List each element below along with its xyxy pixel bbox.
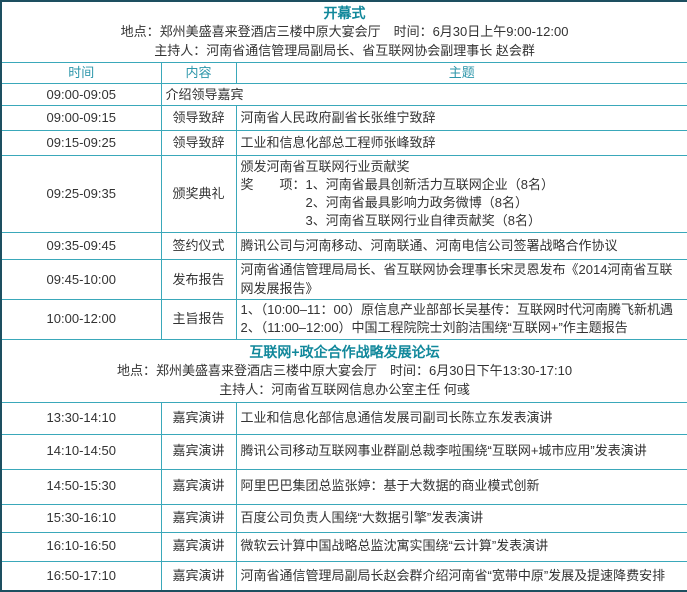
time-cell: 16:50-17:10 bbox=[1, 561, 161, 591]
topic-cell: 微软云计算中国战略总监沈寓实围绕“云计算”发表演讲 bbox=[236, 532, 687, 561]
column-header-topic: 主题 bbox=[236, 62, 687, 83]
topic-cell: 腾讯公司移动互联网事业群副总裁李啦围绕“互联网+城市应用”发表演讲 bbox=[236, 434, 687, 469]
content-cell: 主旨报告 bbox=[161, 300, 236, 339]
time-cell: 09:45-10:00 bbox=[1, 260, 161, 300]
topic-cell: 阿里巴巴集团总监张婷：基于大数据的商业模式创新 bbox=[236, 469, 687, 504]
section-header-opening: 开幕式 地点：郑州美盛喜来登酒店三楼中原大宴会厅 时间：6月30日上午9:00-… bbox=[1, 1, 687, 62]
content-cell: 嘉宾演讲 bbox=[161, 561, 236, 591]
topic-cell: 河南省通信管理局副局长赵会群介绍河南省“宽带中原”发展及提速降费安排 bbox=[236, 561, 687, 591]
table-row: 13:30-14:10 嘉宾演讲 工业和信息化部信息通信发展司副司长陈立东发表演… bbox=[1, 402, 687, 434]
table-row: 16:10-16:50 嘉宾演讲 微软云计算中国战略总监沈寓实围绕“云计算”发表… bbox=[1, 532, 687, 561]
topic-cell: 颁发河南省互联网行业贡献奖 奖 项：1、河南省最具创新活力互联网企业（8名） 2… bbox=[236, 156, 687, 233]
content-cell: 嘉宾演讲 bbox=[161, 434, 236, 469]
table-row: 09:25-09:35 颁奖典礼 颁发河南省互联网行业贡献奖 奖 项：1、河南省… bbox=[1, 156, 687, 233]
section-location-line: 地点：郑州美盛喜来登酒店三楼中原大宴会厅 时间：6月30日上午9:00-12:0… bbox=[6, 23, 683, 42]
topic-cell: 百度公司负责人围绕“大数据引擎”发表演讲 bbox=[236, 504, 687, 532]
section-header-row: 开幕式 地点：郑州美盛喜来登酒店三楼中原大宴会厅 时间：6月30日上午9:00-… bbox=[1, 1, 687, 62]
topic-cell: 腾讯公司与河南移动、河南联通、河南电信公司签署战略合作协议 bbox=[236, 233, 687, 260]
content-cell: 颁奖典礼 bbox=[161, 156, 236, 233]
time-cell: 09:15-09:25 bbox=[1, 131, 161, 156]
section-location-line: 地点：郑州美盛喜来登酒店三楼中原大宴会厅 时间：6月30日下午13:30-17:… bbox=[6, 362, 683, 381]
section-title: 开幕式 bbox=[6, 3, 683, 23]
agenda-table: 开幕式 地点：郑州美盛喜来登酒店三楼中原大宴会厅 时间：6月30日上午9:00-… bbox=[0, 0, 687, 592]
content-cell: 嘉宾演讲 bbox=[161, 504, 236, 532]
section-header-row: 互联网+政企合作战略发展论坛 地点：郑州美盛喜来登酒店三楼中原大宴会厅 时间：6… bbox=[1, 339, 687, 402]
time-cell: 10:00-12:00 bbox=[1, 300, 161, 339]
table-row: 09:00-09:05 介绍领导嘉宾 bbox=[1, 84, 687, 106]
table-row: 10:00-12:00 主旨报告 1、（10:00–11：00）原信息产业部部长… bbox=[1, 300, 687, 339]
table-row: 16:50-17:10 嘉宾演讲 河南省通信管理局副局长赵会群介绍河南省“宽带中… bbox=[1, 561, 687, 591]
content-cell: 领导致辞 bbox=[161, 106, 236, 131]
time-cell: 09:00-09:15 bbox=[1, 106, 161, 131]
table-row: 09:00-09:15 领导致辞 河南省人民政府副省长张维宁致辞 bbox=[1, 106, 687, 131]
table-row: 14:10-14:50 嘉宾演讲 腾讯公司移动互联网事业群副总裁李啦围绕“互联网… bbox=[1, 434, 687, 469]
time-cell: 15:30-16:10 bbox=[1, 504, 161, 532]
topic-cell: 河南省通信管理局局长、省互联网协会理事长宋灵恩发布《2014河南省互联网发展报告… bbox=[236, 260, 687, 300]
section-host-line: 主持人：河南省互联网信息办公室主任 何彧 bbox=[6, 381, 683, 400]
content-cell: 嘉宾演讲 bbox=[161, 402, 236, 434]
section-host-line: 主持人：河南省通信管理局副局长、省互联网协会副理事长 赵会群 bbox=[6, 42, 683, 61]
agenda-page: 开幕式 地点：郑州美盛喜来登酒店三楼中原大宴会厅 时间：6月30日上午9:00-… bbox=[0, 0, 687, 592]
topic-cell: 1、（10:00–11：00）原信息产业部部长吴基传：互联网时代河南腾飞新机遇 … bbox=[236, 300, 687, 339]
content-cell: 嘉宾演讲 bbox=[161, 469, 236, 504]
column-header-time: 时间 bbox=[1, 62, 161, 83]
table-row: 09:15-09:25 领导致辞 工业和信息化部总工程师张峰致辞 bbox=[1, 131, 687, 156]
topic-cell: 河南省人民政府副省长张维宁致辞 bbox=[236, 106, 687, 131]
time-cell: 14:10-14:50 bbox=[1, 434, 161, 469]
time-cell: 13:30-14:10 bbox=[1, 402, 161, 434]
content-cell: 领导致辞 bbox=[161, 131, 236, 156]
table-row: 09:45-10:00 发布报告 河南省通信管理局局长、省互联网协会理事长宋灵恩… bbox=[1, 260, 687, 300]
time-cell: 09:25-09:35 bbox=[1, 156, 161, 233]
table-row: 14:50-15:30 嘉宾演讲 阿里巴巴集团总监张婷：基于大数据的商业模式创新 bbox=[1, 469, 687, 504]
time-cell: 09:00-09:05 bbox=[1, 84, 161, 106]
section-header-forum: 互联网+政企合作战略发展论坛 地点：郑州美盛喜来登酒店三楼中原大宴会厅 时间：6… bbox=[1, 339, 687, 402]
content-cell: 嘉宾演讲 bbox=[161, 532, 236, 561]
column-header-row: 时间 内容 主题 bbox=[1, 62, 687, 83]
topic-cell: 工业和信息化部总工程师张峰致辞 bbox=[236, 131, 687, 156]
time-cell: 14:50-15:30 bbox=[1, 469, 161, 504]
column-header-content: 内容 bbox=[161, 62, 236, 83]
content-cell: 发布报告 bbox=[161, 260, 236, 300]
topic-cell: 工业和信息化部信息通信发展司副司长陈立东发表演讲 bbox=[236, 402, 687, 434]
time-cell: 09:35-09:45 bbox=[1, 233, 161, 260]
table-row: 09:35-09:45 签约仪式 腾讯公司与河南移动、河南联通、河南电信公司签署… bbox=[1, 233, 687, 260]
table-row: 15:30-16:10 嘉宾演讲 百度公司负责人围绕“大数据引擎”发表演讲 bbox=[1, 504, 687, 532]
content-cell: 介绍领导嘉宾 bbox=[161, 84, 687, 106]
content-cell: 签约仪式 bbox=[161, 233, 236, 260]
section-title: 互联网+政企合作战略发展论坛 bbox=[6, 342, 683, 362]
time-cell: 16:10-16:50 bbox=[1, 532, 161, 561]
